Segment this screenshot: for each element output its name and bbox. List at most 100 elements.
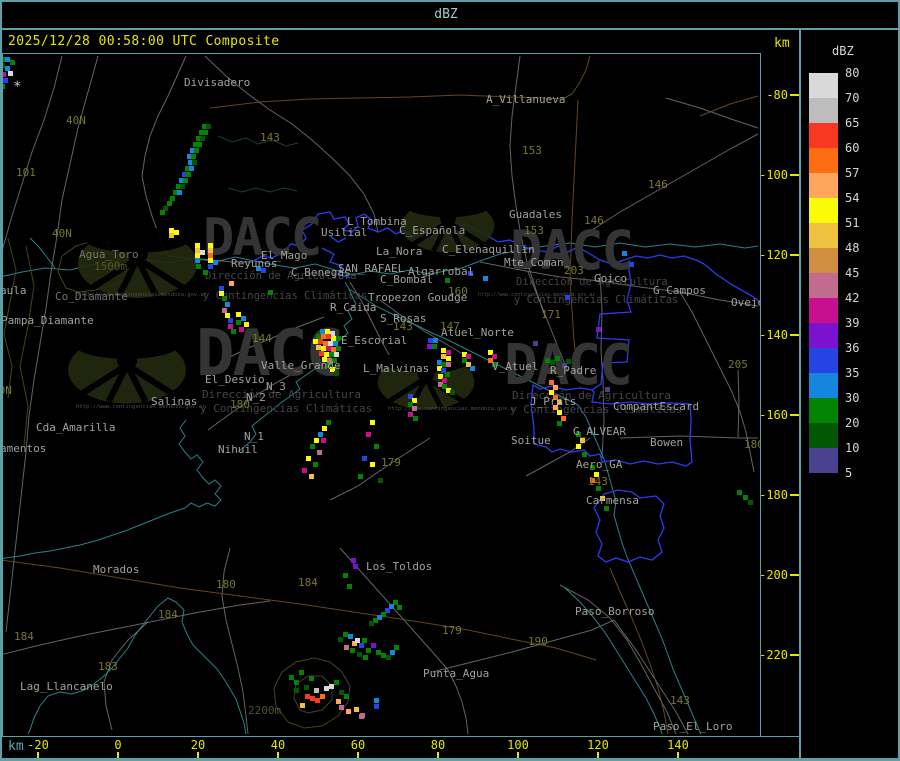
place-name-label: Co_Diamante [55,290,128,303]
radar-echo-cell [358,474,363,479]
radar-echo-cell [306,456,311,461]
radar-echo-cell [353,564,358,569]
bottom-axis-tick [677,752,679,758]
radar-echo-cell [322,426,327,431]
bottom-axis-unit: km [8,739,24,754]
legend-swatch [809,198,838,223]
radar-echo-cell [359,714,364,719]
radar-echo-cell [363,655,368,660]
right-axis-tick [790,494,799,496]
right-axis-tick-label: -180 [759,488,788,502]
road-number-label: 144 [252,332,272,345]
right-axis-tick [790,94,799,96]
radar-echo-cell [180,184,185,189]
map-line-contour [19,245,35,447]
legend-swatch [809,298,838,323]
radar-echo-cell [10,60,15,65]
bottom-axis-tick-label: 140 [667,738,689,752]
map-line-road [221,547,249,735]
right-axis-tick-label: -120 [759,248,788,262]
place-name-label: CompantEscard [613,400,700,413]
place-name-label: amentos [2,442,47,455]
road-number-label: 179 [442,624,462,637]
radar-echo-cell [229,281,234,286]
road-number-label: 40N [52,227,72,240]
radar-echo-cell [268,290,273,295]
road-number-label: 1500m [94,260,128,273]
bottom-axis-tick [37,752,39,758]
radar-echo-cell [321,438,326,443]
radar-echo-cell [8,71,13,76]
legend-swatch [809,223,838,248]
bottom-axis-tick [117,752,119,758]
road-number-label: 143 [393,320,413,333]
place-name-label: R_Padre [550,364,597,377]
radar-echo-cell [222,296,227,301]
place-name-label: Ovejeria [731,296,760,309]
road-number-label: 143 [588,475,608,488]
legend-swatch [809,273,838,298]
radar-echo-cell [432,344,437,349]
place-name-label: R_Caida [330,301,377,314]
radar-echo-cell [366,648,371,653]
bottom-axis-tick-label: -20 [27,738,49,752]
radar-echo-cell [299,670,304,675]
radar-echo-cell [208,264,213,269]
place-name-label: Nihuil [218,443,258,456]
radar-echo-cell [366,432,371,437]
map-line-road [3,600,271,655]
bottom-axis-tick [437,752,439,758]
legend-swatch [809,173,838,198]
road-number-label: 184 [158,608,178,621]
road-number-label: 180 [744,438,760,451]
right-axis-unit: km [774,36,790,51]
road-number-label: 160 [448,285,468,298]
place-name-label: Carmensa [586,494,639,507]
right-axis-tick-label: -220 [759,648,788,662]
legend-value: 42 [845,291,860,305]
map-line-road [103,621,149,731]
radar-echo-cell [200,136,205,141]
radar-echo-cell [320,694,325,699]
radar-echo-cell [177,190,182,195]
radar-echo-cell [433,338,438,343]
radar-echo-cell [580,438,585,443]
place-name-label: El_Mago [261,249,308,262]
bottom-axis-tick-label: 0 [114,738,122,752]
radar-echo-cell [629,262,634,267]
legend-value: 48 [845,241,860,255]
radar-echo-cell [350,648,355,653]
radar-echo-cell [370,420,375,425]
right-axis-tick-label: -160 [759,408,788,422]
radar-echo-cell [206,124,211,129]
map-line-road [591,133,759,231]
radar-echo-cell [343,573,348,578]
timestamp: 2025/12/28 00:58:00 UTC Composite [8,34,280,49]
map-line-road [737,369,740,438]
radar-echo-cell [3,78,8,83]
radar-echo-cell [374,704,379,709]
road-number-label: 153 [524,224,544,237]
radar-map[interactable]: DACC http://www.contingencias.mendoza.gov… [2,53,761,737]
radar-echo-cell [304,685,309,690]
place-name-label: Guadales [509,208,562,221]
radar-echo-cell [213,260,218,265]
right-axis-tick-label: -100 [759,168,788,182]
map-line-road [329,437,431,501]
place-name-label: Cda_Amarilla [36,421,116,434]
radar-echo-cell [397,605,402,610]
radar-echo-cell [344,694,349,699]
radar-echo-cell [314,688,319,693]
bottom-axis-tick-label: 100 [507,738,529,752]
radar-echo-cell [596,327,601,332]
color-scale-legend: dBZ 80 70 65 60 57 54 51 48 45 42 39 36 35 30 20 10 5 [800,28,900,758]
place-name-label: Soitue [511,434,551,447]
legend-swatch [809,323,838,348]
radar-echo-cell [605,387,610,392]
radar-echo-cell [334,352,339,357]
radar-echo-cell [203,270,208,275]
radar-echo-cell [241,316,246,321]
map-line-road [665,97,759,129]
radar-echo-cell [196,264,201,269]
place-name-label: L_Malvinas [363,362,430,375]
